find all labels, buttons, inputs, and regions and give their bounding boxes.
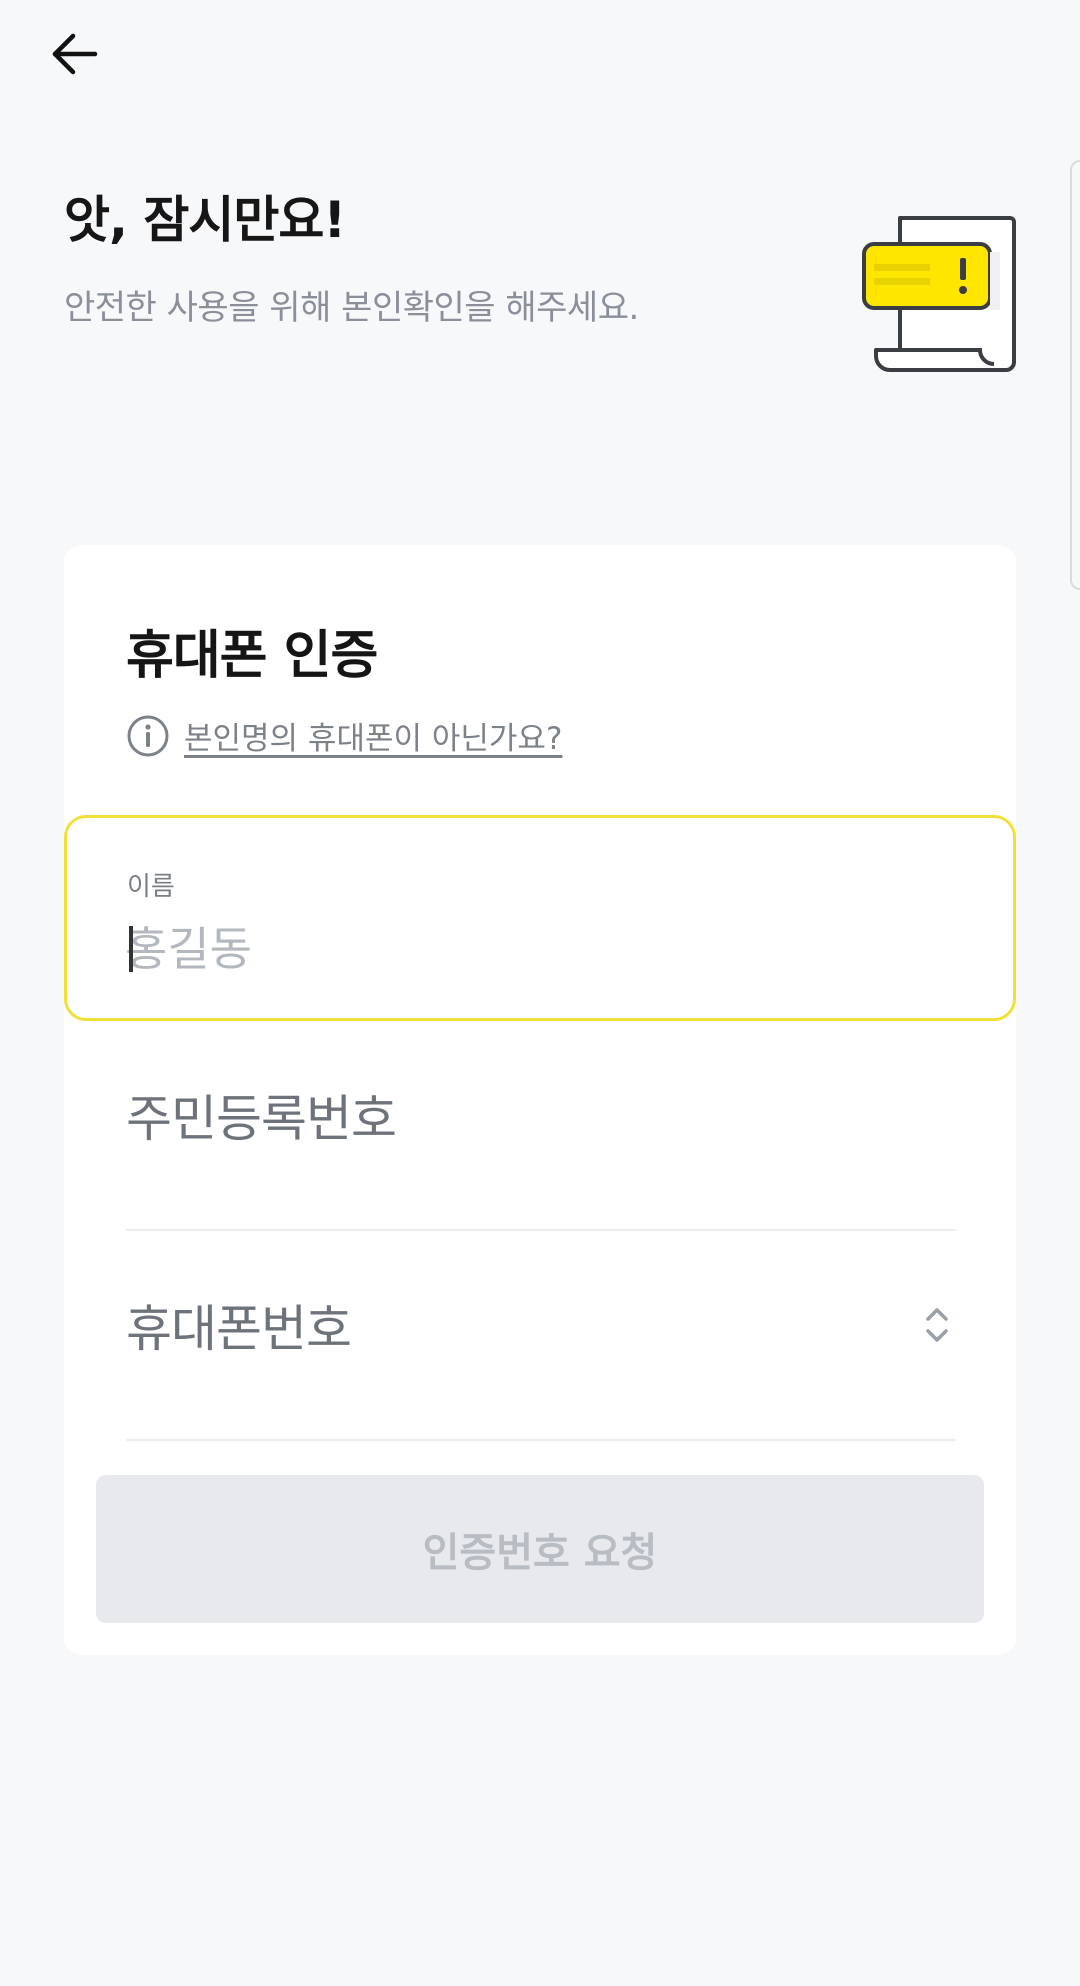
- resident-number-field[interactable]: 주민등록번호: [126, 1021, 956, 1231]
- phone-number-field[interactable]: 휴대폰번호: [126, 1231, 956, 1441]
- resident-number-label: 주민등록번호: [126, 1090, 397, 1148]
- name-field-label: 이름: [127, 872, 175, 902]
- name-field[interactable]: 이름: [64, 815, 1016, 1021]
- card-title: 휴대폰 인증: [126, 626, 378, 686]
- info-row: 본인명의 휴대폰이 아닌가요?: [126, 713, 562, 758]
- info-icon: [127, 715, 169, 756]
- scroll-indicator: [1070, 160, 1080, 590]
- back-arrow-icon: [52, 33, 98, 75]
- page-subtitle: 안전한 사용을 위해 본인확인을 해주세요.: [64, 288, 639, 328]
- up-down-chevron-icon[interactable]: [922, 1303, 952, 1347]
- not-my-phone-link[interactable]: 본인명의 휴대폰이 아닌가요?: [184, 713, 562, 758]
- text-caret: [129, 926, 133, 972]
- name-input[interactable]: [125, 914, 945, 984]
- phone-verification-card: 휴대폰 인증 본인명의 휴대폰이 아닌가요? 이름 주민등록번호 휴대폰번호 인…: [64, 545, 1016, 1655]
- phone-number-label: 휴대폰번호: [126, 1300, 352, 1358]
- back-button[interactable]: [44, 28, 104, 80]
- request-code-button[interactable]: 인증번호 요청: [96, 1475, 984, 1623]
- document-alert-illustration: [862, 216, 1016, 372]
- page-title: 앗, 잠시만요!: [64, 191, 346, 249]
